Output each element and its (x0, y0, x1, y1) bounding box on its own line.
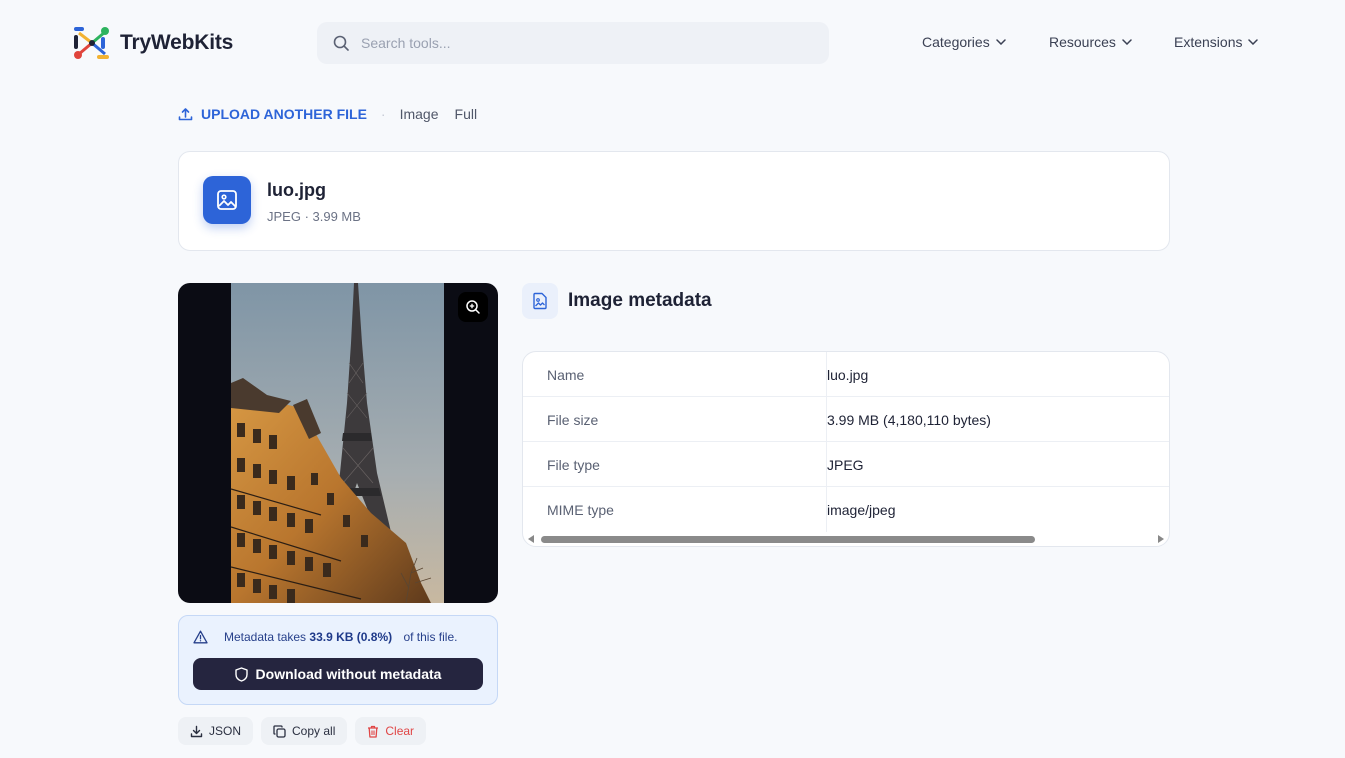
chevron-down-icon (1248, 39, 1259, 45)
upload-icon (178, 107, 193, 120)
notice-amount: 33.9 KB (0.8%) (309, 630, 393, 644)
warning-triangle-icon (193, 630, 208, 644)
action-buttons: JSON Copy all Clear (178, 717, 434, 745)
image-file-icon (203, 176, 251, 224)
download-without-metadata-button[interactable]: Download without metadata (193, 658, 483, 690)
table-row: Name luo.jpg (523, 352, 1169, 397)
row-value: JPEG (827, 457, 864, 473)
json-button[interactable]: JSON (178, 717, 254, 745)
upload-another-file-link[interactable]: UPLOAD ANOTHER FILE (178, 106, 367, 122)
zoom-in-icon (466, 300, 480, 314)
metadata-notice: Metadata takes 33.9 KB (0.8%) of this fi… (178, 615, 498, 705)
nav-extensions[interactable]: Extensions (1174, 34, 1259, 50)
breadcrumb-item-full[interactable]: Full (455, 106, 478, 122)
notice-prefix: Metadata takes (224, 630, 307, 644)
logo-text: TryWebKits (120, 31, 234, 54)
horizontal-scrollbar[interactable] (523, 532, 1169, 546)
metadata-title: Image metadata (568, 290, 712, 311)
copy-all-label: Copy all (292, 724, 336, 738)
file-card: luo.jpg JPEG · 3.99 MB (178, 151, 1170, 251)
table-row: MIME type image/jpeg (523, 487, 1169, 532)
search-icon (333, 35, 349, 51)
breadcrumb: UPLOAD ANOTHER FILE · Image Full (178, 106, 493, 122)
nav-categories-label: Categories (922, 34, 990, 50)
logo-mark-icon (72, 24, 112, 62)
scroll-right-icon[interactable] (1158, 535, 1164, 543)
row-key: Name (547, 367, 585, 383)
scroll-thumb[interactable] (541, 536, 1035, 543)
shield-icon (234, 666, 248, 682)
notice-suffix: of this file. (403, 630, 458, 644)
upload-another-file-label: UPLOAD ANOTHER FILE (201, 106, 367, 122)
image-preview[interactable] (178, 283, 498, 603)
table-row: File size 3.99 MB (4,180,110 bytes) (523, 397, 1169, 442)
nav-extensions-label: Extensions (1174, 34, 1243, 50)
row-key: File type (547, 457, 600, 473)
file-meta: JPEG · 3.99 MB (267, 209, 361, 224)
metadata-notice-text: Metadata takes 33.9 KB (0.8%) of this fi… (193, 630, 457, 644)
clear-label: Clear (385, 724, 415, 738)
table-row: File type JPEG (523, 442, 1169, 487)
trash-icon (368, 725, 379, 738)
chevron-down-icon (1122, 39, 1132, 45)
clear-button[interactable]: Clear (355, 717, 427, 745)
breadcrumb-separator: · (380, 106, 386, 122)
breadcrumb-item-image[interactable]: Image (400, 106, 439, 122)
nav-categories[interactable]: Categories (922, 34, 1006, 50)
row-value: 3.99 MB (4,180,110 bytes) (827, 412, 991, 428)
search-input[interactable] (361, 35, 801, 51)
row-value: image/jpeg (827, 502, 896, 518)
logo[interactable]: TryWebKits (72, 24, 233, 62)
json-button-label: JSON (209, 724, 242, 738)
row-value: luo.jpg (827, 367, 869, 383)
preview-photo (231, 283, 444, 603)
row-key: MIME type (547, 502, 614, 518)
zoom-button[interactable] (458, 292, 488, 322)
download-icon (190, 725, 203, 737)
chevron-down-icon (995, 39, 1006, 45)
nav-resources-label: Resources (1049, 34, 1116, 50)
copy-icon (273, 724, 286, 738)
search-bar[interactable] (317, 22, 829, 64)
download-without-metadata-label: Download without metadata (255, 666, 442, 682)
scroll-left-icon[interactable] (528, 535, 534, 543)
metadata-header: Image metadata (522, 283, 712, 319)
metadata-table: Name luo.jpg File size 3.99 MB (4,180,11… (522, 351, 1170, 547)
copy-all-button[interactable]: Copy all (261, 717, 348, 745)
image-metadata-icon (522, 283, 558, 319)
nav-resources[interactable]: Resources (1049, 34, 1132, 50)
row-key: File size (547, 412, 599, 428)
file-name: luo.jpg (267, 180, 326, 200)
